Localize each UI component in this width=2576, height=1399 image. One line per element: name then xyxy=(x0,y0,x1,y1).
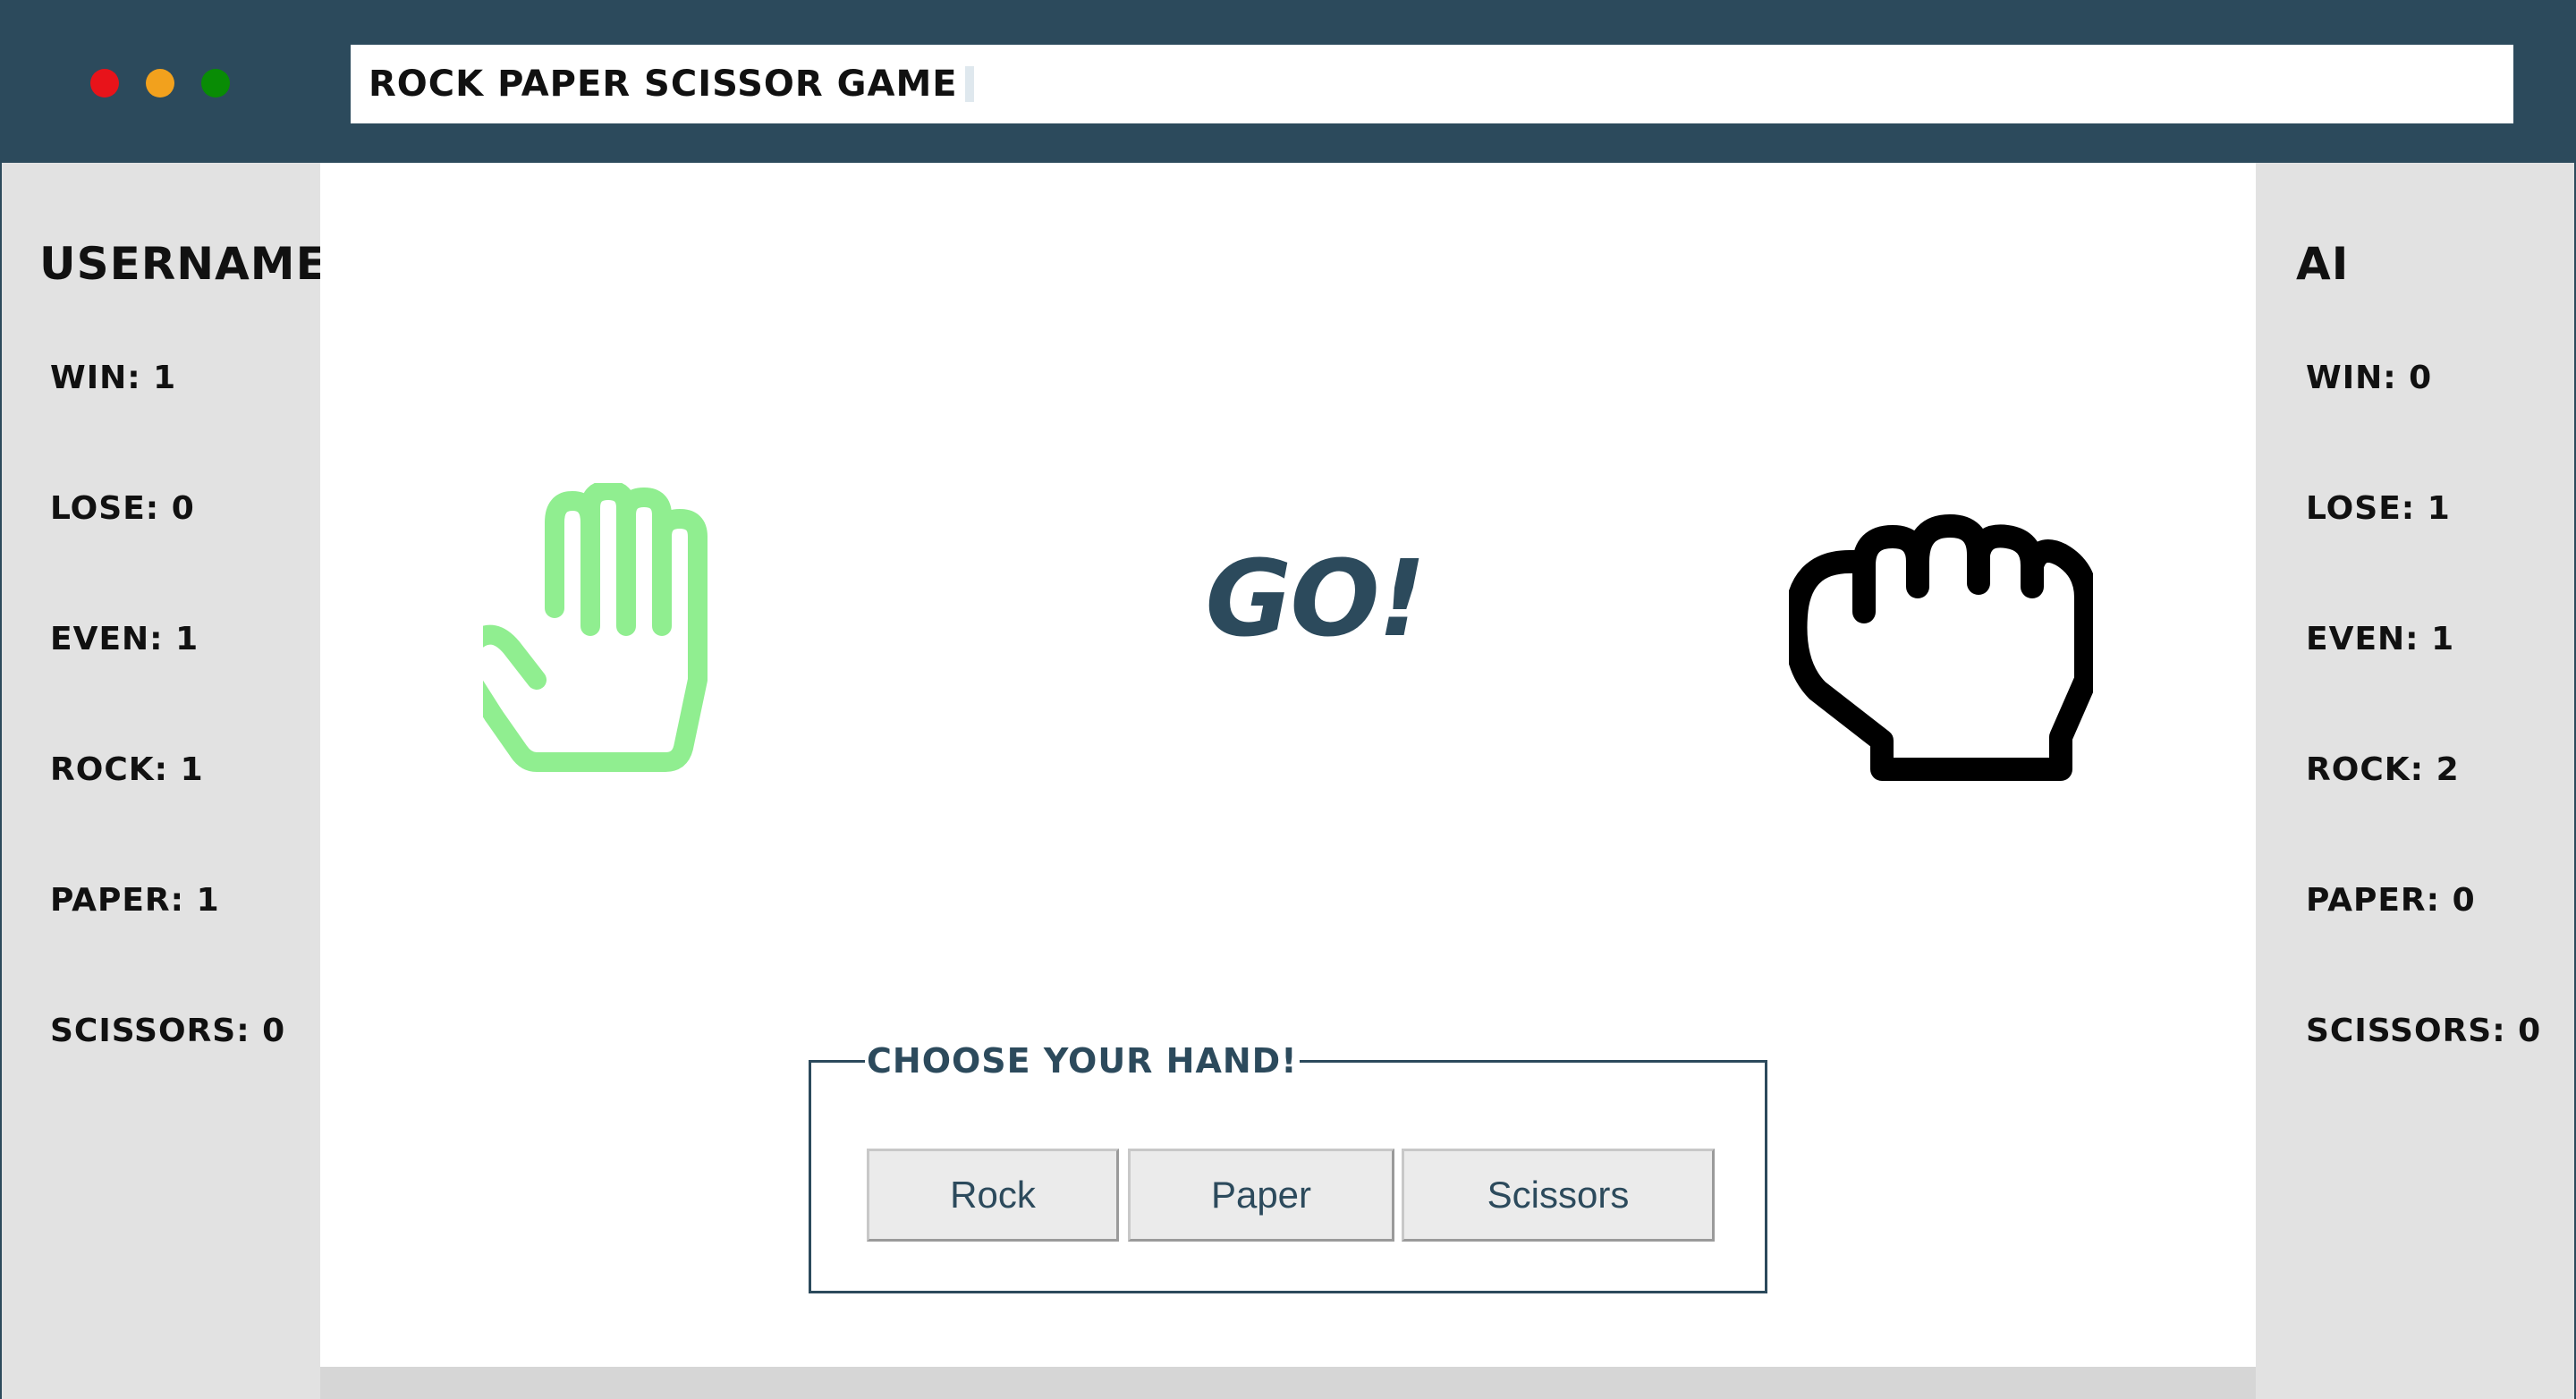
scissors-button[interactable]: Scissors xyxy=(1402,1149,1715,1242)
choose-hand-group: Choose your hand! Rock Paper Scissors xyxy=(809,1041,1767,1293)
rock-fist-icon xyxy=(1789,514,2093,781)
minimize-window-button[interactable] xyxy=(146,69,174,98)
user-stat-even: Even: 1 xyxy=(50,621,199,657)
user-stat-lose: Lose: 0 xyxy=(50,490,195,527)
user-stat-scissors: Scissors: 0 xyxy=(50,1013,286,1049)
close-window-button[interactable] xyxy=(90,69,119,98)
ai-stat-even: Even: 1 xyxy=(2306,621,2455,657)
title-bar: Rock paper scissor game xyxy=(0,0,2576,163)
ai-stat-lose: Lose: 1 xyxy=(2306,490,2451,527)
user-stat-paper: Paper: 1 xyxy=(50,882,220,919)
paper-button[interactable]: Paper xyxy=(1128,1149,1394,1242)
user-stats-panel: username Win: 1 Lose: 0 Even: 1 Rock: 1 … xyxy=(2,163,326,1399)
user-name: username xyxy=(39,238,327,290)
round-status: GO! xyxy=(1205,537,1427,660)
ai-stats-panel: AI Win: 0 Lose: 1 Even: 1 Rock: 2 Paper:… xyxy=(2256,163,2574,1399)
ai-stat-win: Win: 0 xyxy=(2306,360,2433,396)
browser-window: Rock paper scissor game username Win: 1 … xyxy=(0,0,2576,1399)
choose-hand-legend: Choose your hand! xyxy=(867,1041,1298,1081)
paper-hand-icon xyxy=(483,483,708,772)
user-stat-rock: Rock: 1 xyxy=(50,751,204,788)
zoom-window-button[interactable] xyxy=(201,69,230,98)
ai-stat-rock: Rock: 2 xyxy=(2306,751,2460,788)
address-bar[interactable]: Rock paper scissor game xyxy=(351,45,2513,123)
ai-stat-scissors: Scissors: 0 xyxy=(2306,1013,2542,1049)
window-title: Rock paper scissor game xyxy=(369,64,958,105)
user-stat-win: Win: 1 xyxy=(50,360,177,396)
ai-name: AI xyxy=(2296,238,2350,290)
text-cursor xyxy=(964,66,974,102)
ai-stat-paper: Paper: 0 xyxy=(2306,882,2476,919)
horizontal-scrollbar[interactable] xyxy=(320,1367,2256,1399)
rock-button[interactable]: Rock xyxy=(867,1149,1119,1242)
